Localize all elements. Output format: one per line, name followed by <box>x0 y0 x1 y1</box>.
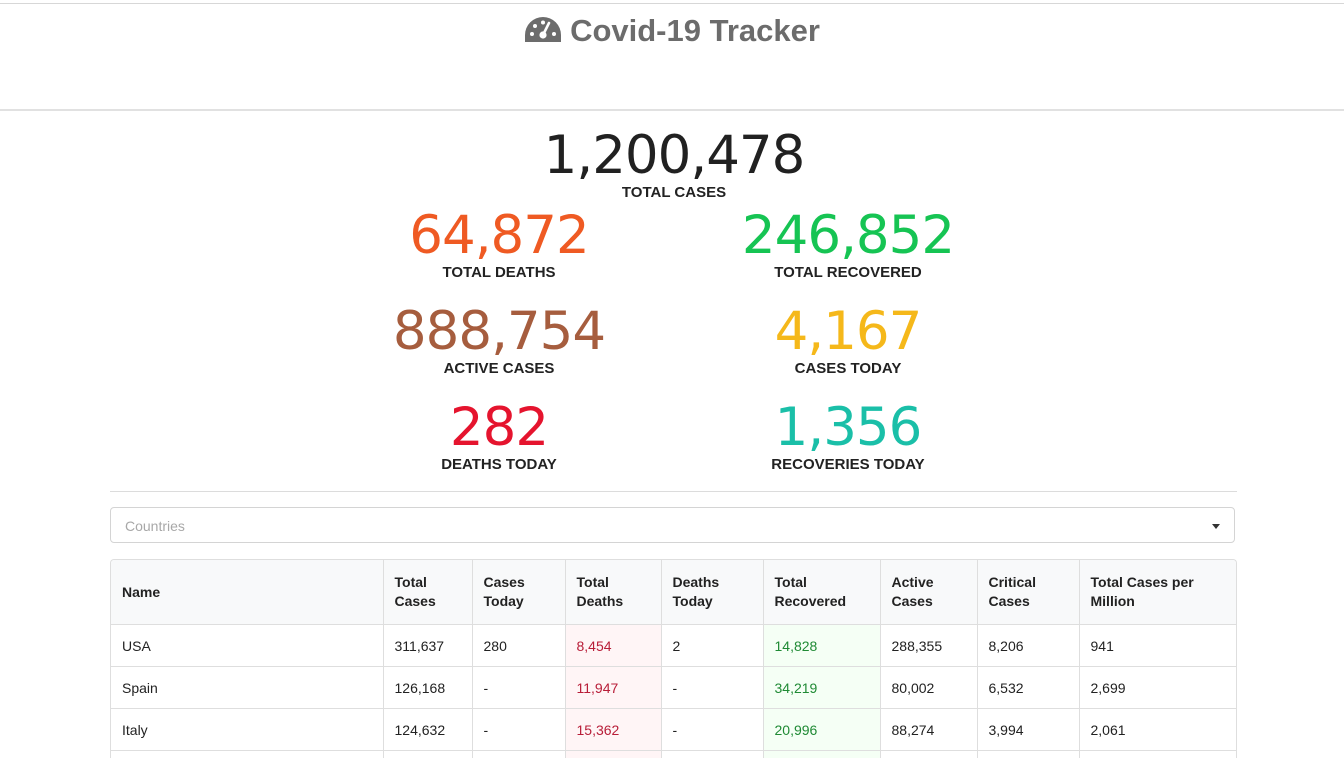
cell-critical-cases: 8,206 <box>977 624 1080 667</box>
active-cases-label: ACTIVE CASES <box>443 360 555 377</box>
col-header-total-cases[interactable]: Total Cases <box>383 560 473 625</box>
cell-total-cases: 126,168 <box>383 666 473 709</box>
table-row[interactable]: Italy 124,632 - 15,362 - 20,996 88,274 3… <box>111 708 1236 751</box>
total-recovered-label: TOTAL RECOVERED <box>774 264 922 281</box>
cell-name: USA <box>111 624 384 667</box>
cell-total-recovered <box>763 750 881 758</box>
stat-cases-today: 4,167 CASES TODAY <box>648 301 1048 378</box>
col-header-name[interactable]: Name <box>111 560 384 625</box>
cell-total-cases <box>383 750 473 758</box>
total-cases-label: TOTAL CASES <box>621 184 727 201</box>
cell-deaths-today: 2 <box>661 624 764 667</box>
cell-active-cases: 88,274 <box>880 708 978 751</box>
recoveries-today-value: 1,356 <box>774 397 923 458</box>
total-recovered-value: 246,852 <box>741 205 955 266</box>
countries-table-container: Name Total Cases Cases Today Total Death… <box>110 559 1237 758</box>
col-header-total-recovered[interactable]: Total Recovered <box>763 560 881 625</box>
stat-recoveries-today: 1,356 RECOVERIES TODAY <box>648 397 1048 474</box>
total-deaths-value: 64,872 <box>409 205 589 266</box>
cell-active-cases: 288,355 <box>880 624 978 667</box>
cell-critical-cases: 6,532 <box>977 666 1080 709</box>
stat-deaths-today: 282 DEATHS TODAY <box>299 397 699 474</box>
col-header-deaths-today[interactable]: Deaths Today <box>661 560 764 625</box>
country-select[interactable]: Countries <box>110 507 1235 543</box>
cell-total-cases: 311,637 <box>383 624 473 667</box>
section-divider <box>110 491 1237 492</box>
recoveries-today-label: RECOVERIES TODAY <box>771 456 925 473</box>
cases-today-label: CASES TODAY <box>794 360 902 377</box>
stat-total-recovered: 246,852 TOTAL RECOVERED <box>648 205 1048 282</box>
total-deaths-label: TOTAL DEATHS <box>442 264 556 281</box>
cell-total-deaths: 15,362 <box>565 708 662 751</box>
cell-cases-today: 280 <box>472 624 566 667</box>
cell-name: Italy <box>111 708 384 751</box>
cell-deaths-today <box>661 750 764 758</box>
cell-per-million <box>1079 750 1236 758</box>
cell-deaths-today: - <box>661 708 764 751</box>
table-row[interactable] <box>111 750 1236 758</box>
active-cases-value: 888,754 <box>392 301 606 362</box>
cell-per-million: 2,699 <box>1079 666 1236 709</box>
cell-critical-cases <box>977 750 1080 758</box>
cell-total-cases: 124,632 <box>383 708 473 751</box>
cell-name: Spain <box>111 666 384 709</box>
deaths-today-value: 282 <box>449 397 549 458</box>
table-row[interactable]: Spain 126,168 - 11,947 - 34,219 80,002 6… <box>111 666 1236 709</box>
cell-cases-today: - <box>472 708 566 751</box>
table-row[interactable]: USA 311,637 280 8,454 2 14,828 288,355 8… <box>111 624 1236 667</box>
country-select-placeholder: Countries <box>125 518 185 534</box>
col-header-cases-today[interactable]: Cases Today <box>472 560 566 625</box>
cell-per-million: 941 <box>1079 624 1236 667</box>
table-header-row: Name Total Cases Cases Today Total Death… <box>111 560 1236 625</box>
stat-total-deaths: 64,872 TOTAL DEATHS <box>299 205 699 282</box>
cell-name <box>111 750 384 758</box>
col-header-per-million[interactable]: Total Cases per Million <box>1079 560 1236 625</box>
stat-total-cases: 1,200,478 TOTAL CASES <box>474 125 874 202</box>
stats-panel: 1,200,478 TOTAL CASES 64,872 TOTAL DEATH… <box>0 0 1344 500</box>
cell-total-recovered: 14,828 <box>763 624 881 667</box>
cell-cases-today: - <box>472 666 566 709</box>
cell-total-recovered: 20,996 <box>763 708 881 751</box>
cell-active-cases: 80,002 <box>880 666 978 709</box>
cell-total-recovered: 34,219 <box>763 666 881 709</box>
chevron-down-icon[interactable] <box>1212 524 1220 529</box>
total-cases-value: 1,200,478 <box>543 125 806 186</box>
col-header-critical-cases[interactable]: Critical Cases <box>977 560 1080 625</box>
stat-active-cases: 888,754 ACTIVE CASES <box>299 301 699 378</box>
cell-total-deaths: 11,947 <box>565 666 662 709</box>
cell-cases-today <box>472 750 566 758</box>
cell-deaths-today: - <box>661 666 764 709</box>
col-header-total-deaths[interactable]: Total Deaths <box>565 560 662 625</box>
cell-active-cases <box>880 750 978 758</box>
cell-total-deaths <box>565 750 662 758</box>
countries-table: Name Total Cases Cases Today Total Death… <box>111 560 1236 758</box>
deaths-today-label: DEATHS TODAY <box>441 456 557 473</box>
cell-per-million: 2,061 <box>1079 708 1236 751</box>
cell-critical-cases: 3,994 <box>977 708 1080 751</box>
col-header-active-cases[interactable]: Active Cases <box>880 560 978 625</box>
cases-today-value: 4,167 <box>774 301 923 362</box>
cell-total-deaths: 8,454 <box>565 624 662 667</box>
